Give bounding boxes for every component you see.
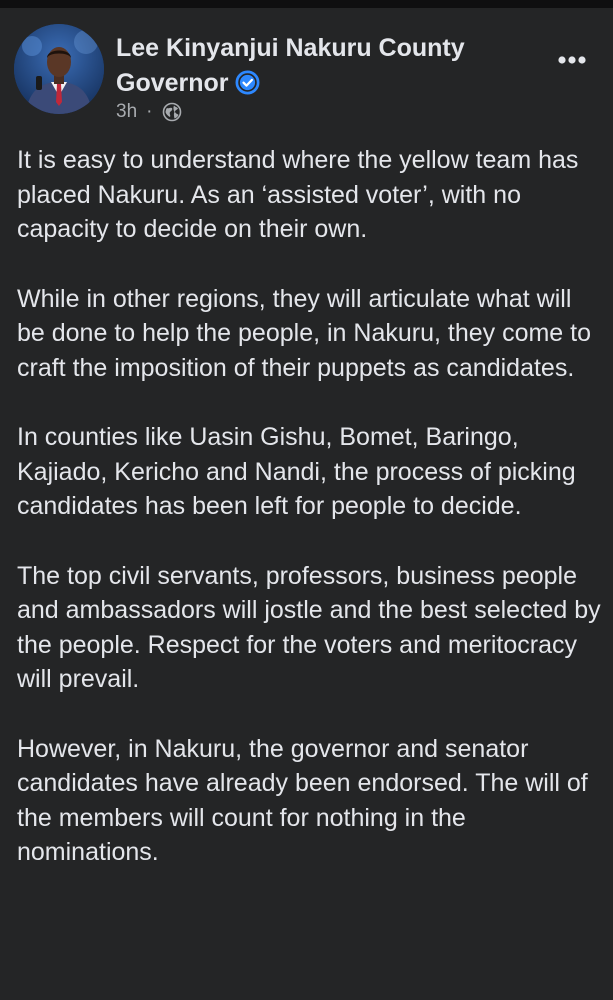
globe-icon[interactable] <box>162 102 182 122</box>
author-avatar[interactable] <box>14 24 104 114</box>
post-paragraph-4: The top civil servants, professors, busi… <box>17 561 601 694</box>
post-author-name[interactable]: Lee Kinyanjui Nakuru County Governor <box>116 31 536 101</box>
post-body: It is easy to understand where the yello… <box>17 143 602 905</box>
post-paragraph-1: It is easy to understand where the yello… <box>17 146 579 243</box>
more-options-icon[interactable] <box>552 46 592 74</box>
screen-top-edge <box>0 0 613 8</box>
post-meta-row: 3h · <box>116 99 182 125</box>
post-paragraph-5: However, in Nakuru, the governor and sen… <box>17 734 588 867</box>
avatar-portrait-image <box>14 24 104 114</box>
meta-separator: · <box>146 101 153 122</box>
author-name-text[interactable]: Lee Kinyanjui Nakuru County Governor <box>116 34 465 97</box>
post-paragraph-2: While in other regions, they will articu… <box>17 284 591 382</box>
post-paragraph-3: In counties like Uasin Gishu, Bomet, Bar… <box>17 423 576 520</box>
verified-badge-icon <box>235 70 260 95</box>
post-timestamp[interactable]: 3h <box>116 101 137 123</box>
